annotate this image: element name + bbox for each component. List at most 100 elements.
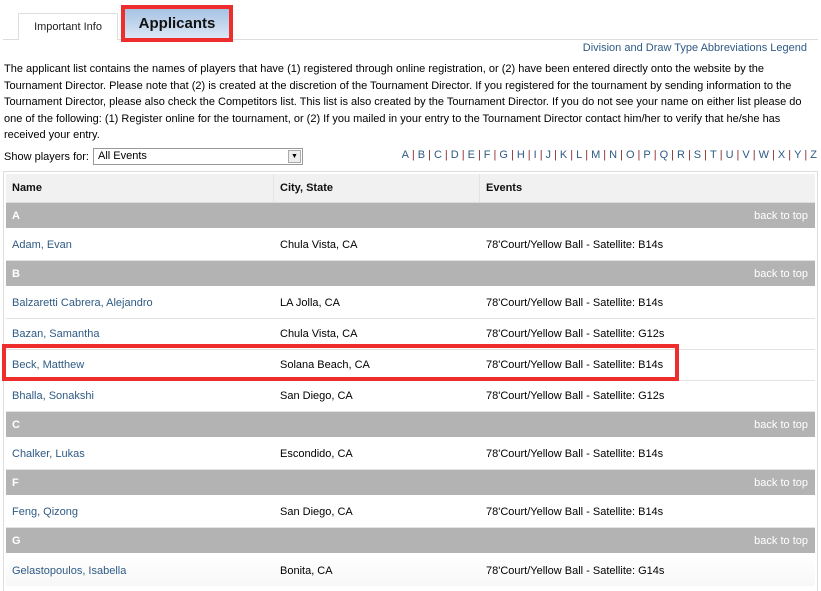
player-name-link[interactable]: Bazan, Samantha xyxy=(6,328,274,340)
alphabet-separator: | xyxy=(510,149,514,161)
player-events: 78'Court/Yellow Ball - Satellite: B14s xyxy=(486,448,664,460)
player-name-link[interactable]: Chalker, Lukas xyxy=(6,448,274,460)
alphabet-link-a[interactable]: A xyxy=(402,149,409,161)
table-row: Bazan, Samantha Chula Vista, CA 78'Court/Y… xyxy=(6,319,815,350)
back-to-top-link[interactable]: back to top xyxy=(754,419,808,431)
player-name-link[interactable]: Bhalla, Sonakshi xyxy=(6,390,274,402)
alphabet-separator: | xyxy=(585,149,589,161)
letter-group-header: Bback to top xyxy=(6,261,815,288)
alphabet-separator: | xyxy=(653,149,657,161)
letter-group-header: Cback to top xyxy=(6,412,815,439)
alphabet-link-z[interactable]: Z xyxy=(810,149,817,161)
alphabet-separator: | xyxy=(493,149,497,161)
alphabet-link-m[interactable]: M xyxy=(591,149,600,161)
player-events: 78'Court/Yellow Ball - Satellite: B14s xyxy=(486,239,664,251)
header-city-state[interactable]: City, State xyxy=(274,174,480,202)
alphabet-link-c[interactable]: C xyxy=(434,149,442,161)
back-to-top-link[interactable]: back to top xyxy=(754,210,808,222)
tab-important-info[interactable]: Important Info xyxy=(18,13,118,40)
event-select[interactable]: All Events ▼ xyxy=(92,148,303,165)
player-events: 78'Court/Yellow Ball - Satellite: G12s xyxy=(486,390,665,402)
alphabet-link-i[interactable]: I xyxy=(534,149,537,161)
player-city-state: LA Jolla, CA xyxy=(280,297,340,309)
player-events: 78'Court/Yellow Ball - Satellite: B14s xyxy=(486,506,664,518)
applicants-table: Name City, State Events Aback to top Adam… xyxy=(3,171,818,591)
alphabet-separator: | xyxy=(444,149,448,161)
group-letter: F xyxy=(12,476,19,489)
alphabet-separator: | xyxy=(411,149,415,161)
back-to-top-link[interactable]: back to top xyxy=(754,477,808,489)
alphabet-link-d[interactable]: D xyxy=(451,149,459,161)
dropdown-arrow-icon[interactable]: ▼ xyxy=(287,150,301,163)
tab-bar: Important Info Applicants xyxy=(0,0,821,42)
filter-label: Show players for: xyxy=(4,150,89,163)
alphabet-link-u[interactable]: U xyxy=(726,149,734,161)
group-letter: G xyxy=(12,534,21,547)
player-name-link[interactable]: Adam, Evan xyxy=(6,239,274,251)
player-city-state: Chula Vista, CA xyxy=(280,239,358,251)
player-city-state: Escondido, CA xyxy=(280,448,353,460)
alphabet-link-f[interactable]: F xyxy=(484,149,491,161)
table-header: Name City, State Events xyxy=(6,174,815,203)
player-events: 78'Court/Yellow Ball - Satellite: G12s xyxy=(486,328,665,340)
alphabet-link-j[interactable]: J xyxy=(546,149,552,161)
table-row: Bhalla, Sonakshi San Diego, CA 78'Court/Ye… xyxy=(6,381,815,412)
player-name-link[interactable]: Gelastopoulos, Isabella xyxy=(6,565,274,577)
table-row: Gelastopoulos, Isabella Bonita, CA 78'Cour… xyxy=(6,555,815,586)
alphabet-link-w[interactable]: W xyxy=(759,149,769,161)
event-filter: Show players for: All Events ▼ xyxy=(4,148,303,165)
alphabet-separator: | xyxy=(719,149,723,161)
player-name-link[interactable]: Beck, Matthew xyxy=(6,359,274,371)
alphabet-link-t[interactable]: T xyxy=(710,149,717,161)
alphabet-separator: | xyxy=(570,149,574,161)
table-body: Aback to top Adam, Evan Chula Vista, CA 78'… xyxy=(4,203,817,586)
alphabet-separator: | xyxy=(620,149,623,161)
alphabet-separator: | xyxy=(603,149,607,161)
player-city-state: Solana Beach, CA xyxy=(280,359,370,371)
alphabet-separator: | xyxy=(804,149,808,161)
alphabet-link-r[interactable]: R xyxy=(677,149,685,161)
group-letter: A xyxy=(12,209,20,222)
player-events: 78'Court/Yellow Ball - Satellite: B14s xyxy=(486,297,664,309)
table-row: Balzaretti Cabrera, Alejandro LA Jolla, C… xyxy=(6,288,815,319)
group-letter: B xyxy=(12,267,20,280)
alphabet-link-b[interactable]: B xyxy=(418,149,425,161)
back-to-top-link[interactable]: back to top xyxy=(754,268,808,280)
alphabet-link-e[interactable]: E xyxy=(468,149,475,161)
player-city-state: San Diego, CA xyxy=(280,506,353,518)
alphabet-separator: | xyxy=(788,149,792,161)
player-name-link[interactable]: Balzaretti Cabrera, Alejandro xyxy=(6,297,274,309)
header-events[interactable]: Events xyxy=(480,174,815,202)
alphabet-separator: | xyxy=(554,149,557,161)
alphabet-link-p[interactable]: P xyxy=(643,149,650,161)
header-name[interactable]: Name xyxy=(6,174,274,202)
alphabet-link-n[interactable]: N xyxy=(609,149,617,161)
player-city-state: Chula Vista, CA xyxy=(280,328,358,340)
tab-applicants[interactable]: Applicants xyxy=(121,5,233,42)
alphabet-separator: | xyxy=(461,149,465,161)
player-city-state: Bonita, CA xyxy=(280,564,333,577)
alphabet-link-l[interactable]: L xyxy=(576,149,582,161)
table-row: Chalker, Lukas Escondido, CA 78'Court/Yell… xyxy=(6,439,815,470)
back-to-top-link[interactable]: back to top xyxy=(754,535,808,547)
table-row: Adam, Evan Chula Vista, CA 78'Court/Yellow… xyxy=(6,230,815,261)
player-name-link[interactable]: Feng, Qizong xyxy=(6,506,274,518)
alphabet-link-k[interactable]: K xyxy=(560,149,567,161)
table-row: Beck, Matthew Solana Beach, CA 78'Court/Ye… xyxy=(6,350,815,381)
alphabet-link-y[interactable]: Y xyxy=(794,149,801,161)
alphabet-separator: | xyxy=(477,149,481,161)
alphabet-link-h[interactable]: H xyxy=(517,149,525,161)
alphabet-separator: | xyxy=(539,149,543,161)
abbreviations-legend-link[interactable]: Division and Draw Type Abbreviations Leg… xyxy=(583,42,807,54)
letter-group-header: Fback to top xyxy=(6,470,815,497)
alphabet-link-g[interactable]: G xyxy=(499,149,508,161)
alphabet-link-v[interactable]: V xyxy=(742,149,749,161)
alphabet-separator: | xyxy=(637,149,641,161)
event-select-value: All Events xyxy=(97,150,147,162)
alphabet-separator: | xyxy=(671,149,674,161)
alphabet-link-s[interactable]: S xyxy=(694,149,701,161)
alphabet-separator: | xyxy=(428,149,431,161)
alphabet-link-x[interactable]: X xyxy=(778,149,785,161)
alphabet-link-o[interactable]: O xyxy=(626,149,635,161)
alphabet-link-q[interactable]: Q xyxy=(660,149,669,161)
